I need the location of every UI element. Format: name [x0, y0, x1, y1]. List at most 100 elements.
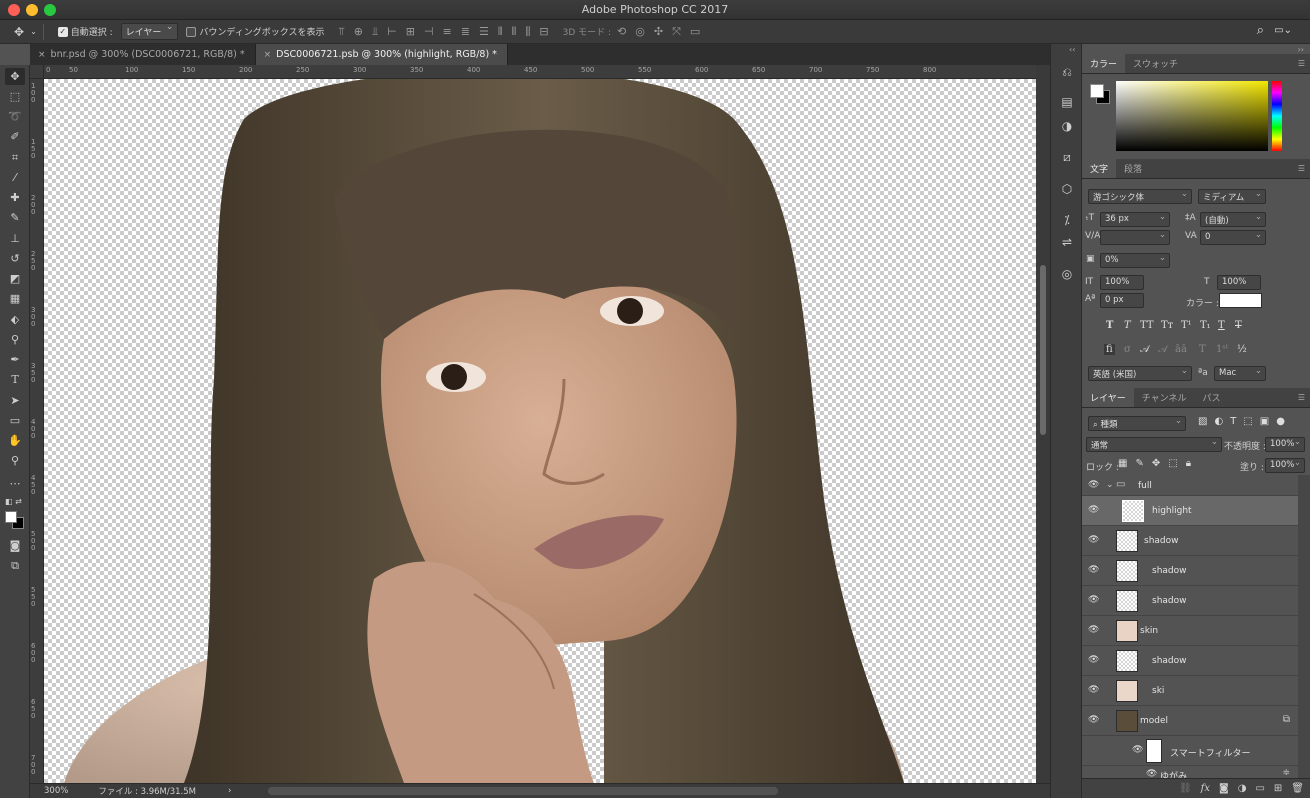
3d-scale-icon[interactable]: ▭: [690, 25, 700, 39]
fx-icon[interactable]: fx: [1201, 783, 1210, 794]
faux-italic-button[interactable]: T: [1124, 320, 1131, 331]
marquee-tool-icon[interactable]: ⬚: [5, 88, 25, 105]
doc-tab-dsc0006721[interactable]: × DSC0006721.psb @ 300% (highlight, RGB/…: [255, 44, 508, 65]
collapse-arrows-icon[interactable]: ‹‹: [1069, 45, 1075, 54]
opacity-field[interactable]: 100%: [1265, 437, 1305, 452]
tab-paragraph[interactable]: 段落: [1116, 158, 1150, 178]
zoom-tool-icon[interactable]: ⚲: [5, 452, 25, 469]
adjustments-panel-icon[interactable]: ◑: [1059, 118, 1075, 134]
filter-adjustment-icon[interactable]: ◐: [1214, 416, 1223, 427]
canvas-vertical-scrollbar[interactable]: [1036, 65, 1050, 783]
close-tab-icon[interactable]: ×: [264, 50, 272, 60]
canvas-horizontal-scrollbar[interactable]: [268, 787, 778, 795]
move-tool-preset[interactable]: ✥ ⌄: [14, 25, 37, 39]
lock-pixels-icon[interactable]: ✎: [1135, 458, 1143, 469]
adjustment-icon[interactable]: ◑: [1238, 783, 1247, 794]
panel-menu-icon[interactable]: ☰: [1298, 59, 1305, 68]
leading-dropdown[interactable]: (自動): [1200, 212, 1266, 227]
layer-filter-dropdown[interactable]: ⌕ 種類: [1088, 416, 1186, 431]
tool-presets-icon[interactable]: ⇌: [1059, 234, 1075, 250]
pen-tool-icon[interactable]: ✒: [5, 351, 25, 368]
blur-tool-icon[interactable]: ⬖: [5, 311, 25, 328]
eye-icon[interactable]: 👁︎: [1088, 565, 1099, 575]
all-caps-button[interactable]: TT: [1140, 320, 1154, 331]
dodge-tool-icon[interactable]: ⚲: [5, 331, 25, 348]
strikethrough-button[interactable]: T: [1235, 320, 1242, 331]
layer-group-full[interactable]: 👁︎ ⌄ ▭ full: [1082, 475, 1298, 496]
quick-mask-icon[interactable]: ◙: [5, 537, 25, 554]
lasso-tool-icon[interactable]: ➰: [5, 108, 25, 125]
tracking-dropdown[interactable]: 0: [1200, 230, 1266, 245]
distribute-right-icon[interactable]: ⫼: [525, 25, 530, 39]
font-family-dropdown[interactable]: 游ゴシック体: [1088, 189, 1192, 204]
hue-slider[interactable]: [1272, 81, 1282, 151]
close-tab-icon[interactable]: ×: [38, 50, 46, 60]
auto-select-checkbox[interactable]: ✓: [57, 26, 68, 37]
3d-panel-icon[interactable]: ⬡: [1059, 181, 1075, 197]
eye-icon[interactable]: 👁︎: [1088, 715, 1099, 725]
search-icon[interactable]: ⌕: [1257, 23, 1264, 38]
color-picker-field[interactable]: [1116, 81, 1268, 151]
status-menu-arrow[interactable]: ›: [228, 786, 231, 796]
filter-pixel-icon[interactable]: ▨: [1198, 416, 1207, 427]
doc-tab-bnr[interactable]: × bnr.psd @ 300% (DSC0006721, RGB/8) *: [30, 44, 256, 65]
document-canvas[interactable]: [44, 79, 1036, 783]
tab-swatches[interactable]: スウォッチ: [1125, 53, 1186, 73]
ordinals-button[interactable]: T: [1199, 344, 1206, 355]
align-bottom-icon[interactable]: ⫫: [372, 25, 378, 39]
fill-field[interactable]: 100%: [1265, 458, 1305, 473]
gradient-tool-icon[interactable]: ▦: [5, 290, 25, 307]
eye-icon[interactable]: 👁︎: [1088, 685, 1099, 695]
eye-icon[interactable]: 👁︎: [1088, 655, 1099, 665]
lock-transparent-icon[interactable]: ▦: [1118, 458, 1127, 469]
stylistic-alt-button[interactable]: 𝒜: [1158, 344, 1167, 355]
eye-icon[interactable]: 👁︎: [1088, 595, 1099, 605]
default-colors-icon[interactable]: ◧ ⇄: [5, 493, 25, 510]
faux-bold-button[interactable]: T: [1106, 320, 1113, 331]
history-panel-icon[interactable]: ⎌: [1059, 64, 1075, 80]
align-right-icon[interactable]: ⊣: [424, 25, 434, 39]
new-layer-icon[interactable]: ⊞: [1274, 783, 1282, 794]
tab-layers[interactable]: レイヤー: [1082, 387, 1134, 407]
auto-select-target-dropdown[interactable]: レイヤー: [120, 22, 179, 40]
filter-shape-icon[interactable]: ⬚: [1243, 416, 1252, 427]
filter-toggle-icon[interactable]: ●: [1276, 416, 1285, 427]
clone-stamp-tool-icon[interactable]: ⊥: [5, 230, 25, 247]
distribute-top-icon[interactable]: ≡: [443, 25, 452, 39]
hand-tool-icon[interactable]: ✋: [5, 432, 25, 449]
baseline-field[interactable]: 0 px: [1100, 293, 1144, 308]
lock-artboard-icon[interactable]: ⬚: [1168, 458, 1177, 469]
ruler-origin[interactable]: [30, 65, 44, 79]
eye-icon[interactable]: 👁︎: [1088, 480, 1099, 490]
filter-type-icon[interactable]: T: [1230, 416, 1236, 427]
distribute-left-icon[interactable]: ⫴: [498, 25, 503, 39]
blend-mode-dropdown[interactable]: 通常: [1086, 437, 1222, 452]
workspace-icon[interactable]: ▭⌄: [1274, 25, 1292, 36]
paths-panel-icon[interactable]: ⧄: [1059, 149, 1075, 165]
lock-all-icon[interactable]: 🔒︎: [1186, 458, 1191, 469]
tab-color[interactable]: カラー: [1082, 53, 1126, 73]
eraser-tool-icon[interactable]: ◩: [5, 270, 25, 287]
language-dropdown[interactable]: 英語 (米国): [1088, 366, 1192, 381]
vertical-scale-field[interactable]: 100%: [1100, 275, 1144, 290]
link-icon[interactable]: ⛓: [1179, 783, 1192, 794]
layer-row[interactable]: 👁︎ shadow: [1082, 646, 1298, 676]
3d-roll-icon[interactable]: ◎: [635, 25, 645, 39]
type-tool-icon[interactable]: T: [5, 371, 25, 388]
layer-row[interactable]: 👁︎ shadow: [1082, 526, 1298, 556]
swash-button[interactable]: 𝒜: [1140, 344, 1149, 355]
panel-menu-icon[interactable]: ☰: [1298, 164, 1305, 173]
font-style-dropdown[interactable]: ミディアム: [1198, 189, 1266, 204]
trash-icon[interactable]: 🗑︎: [1291, 783, 1304, 794]
eye-icon[interactable]: 👁︎: [1088, 625, 1099, 635]
3d-slide-icon[interactable]: ⤧: [672, 25, 681, 39]
auto-align-icon[interactable]: ⊟: [539, 25, 548, 39]
brush-settings-icon[interactable]: ⁒: [1059, 212, 1075, 228]
layers-scrollbar[interactable]: [1298, 475, 1310, 778]
layer-row[interactable]: 👁︎ ski: [1082, 676, 1298, 706]
edit-toolbar-icon[interactable]: ⋯: [5, 475, 25, 492]
filter-smart-icon[interactable]: ▣: [1260, 416, 1269, 427]
tab-character[interactable]: 文字: [1082, 158, 1117, 178]
path-select-tool-icon[interactable]: ➤: [5, 392, 25, 409]
tab-paths[interactable]: パス: [1194, 387, 1228, 407]
